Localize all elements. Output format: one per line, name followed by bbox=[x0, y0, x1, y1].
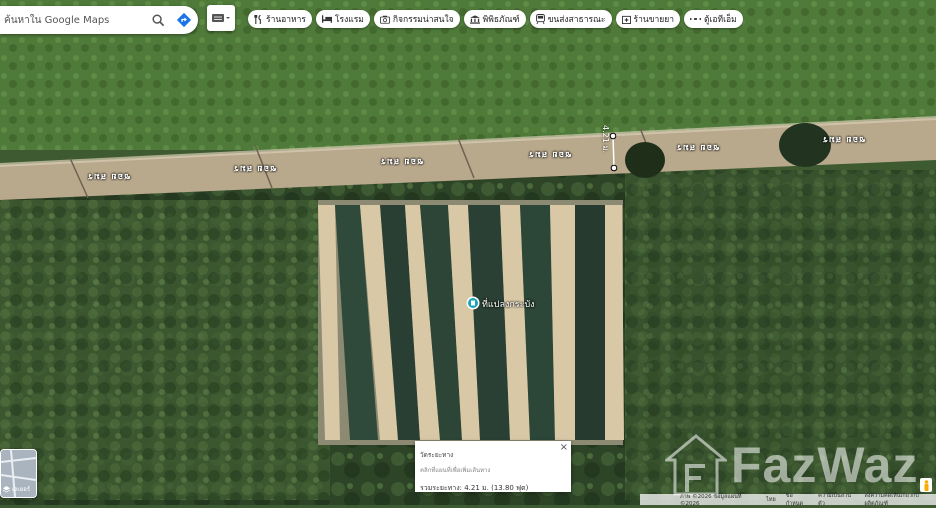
restaurant-icon bbox=[254, 14, 261, 24]
chip-transit[interactable]: ขนส่งสาธารณะ bbox=[529, 10, 612, 28]
terms-link[interactable]: ข้อกำหนด bbox=[786, 492, 808, 508]
chip-label: กิจกรรมน่าสนใจ bbox=[392, 15, 454, 25]
road-label: ซอย สมร bbox=[822, 134, 866, 144]
house-logo-icon bbox=[665, 434, 727, 496]
pegman-icon[interactable] bbox=[920, 478, 932, 492]
measure-popup: × วัดระยะทาง คลิกที่แผนที่เพื่อเพิ่มเส้น… bbox=[415, 441, 571, 492]
chip-hotel[interactable]: โรงแรม bbox=[315, 10, 370, 28]
close-icon[interactable]: × bbox=[560, 442, 568, 453]
chip-pharmacy[interactable]: ร้านขายยา bbox=[615, 10, 680, 28]
road-label: ซอย สมร bbox=[87, 171, 131, 181]
chip-museum[interactable]: พิพิธภัณฑ์ bbox=[463, 10, 526, 28]
measure-popup-hint: คลิกที่แผนที่เพื่อเพิ่มเส้นทาง bbox=[420, 467, 491, 474]
chip-label: ร้านอาหาร bbox=[266, 15, 306, 25]
pharmacy-icon bbox=[621, 15, 631, 24]
place-pin-label[interactable]: ที่แปลงกระบัง bbox=[482, 297, 535, 311]
search-box bbox=[0, 6, 198, 34]
measure-distance-label: 4.21 ม. bbox=[601, 125, 610, 154]
hotel-icon bbox=[321, 15, 332, 23]
chip-label: ตู้เอทีเอ็ม bbox=[703, 15, 737, 25]
road-label: ซอย สมร bbox=[233, 163, 277, 173]
privacy-link[interactable]: ความเป็นส่วนตัว bbox=[818, 492, 854, 508]
atm-icon bbox=[689, 17, 701, 21]
road-label: ซอย สมร bbox=[528, 149, 572, 159]
chip-atm[interactable]: ตู้เอทีเอ็ม bbox=[683, 10, 743, 28]
chip-label: ร้านขายยา bbox=[633, 15, 674, 25]
country-link[interactable]: ไทย bbox=[766, 496, 776, 504]
imagery-credit: ภาพ ©2026 ข้อมูลแผนที่ ©2026 bbox=[680, 493, 742, 507]
road-label: ซอย สมร bbox=[380, 156, 424, 166]
chip-label: ขนส่งสาธารณะ bbox=[547, 15, 606, 25]
chip-label: โรงแรม bbox=[334, 15, 364, 25]
directions-icon[interactable] bbox=[174, 10, 194, 30]
search-input[interactable] bbox=[2, 13, 142, 27]
chip-restaurant[interactable]: ร้านอาหาร bbox=[248, 10, 312, 28]
map-type-button[interactable] bbox=[207, 5, 235, 31]
transit-icon bbox=[535, 14, 545, 24]
camera-icon bbox=[379, 15, 390, 24]
measure-popup-total: รวมระยะทาง: 4.21 ม. (13.80 ฟุต) bbox=[420, 484, 529, 492]
road-label: ซอย สมร bbox=[676, 142, 720, 152]
layers-icon bbox=[3, 485, 10, 493]
measure-popup-title: วัดระยะทาง bbox=[420, 451, 454, 459]
museum-icon bbox=[469, 14, 480, 24]
layers-label: เลเยอร์ bbox=[3, 484, 30, 494]
satellite-map[interactable] bbox=[0, 0, 936, 505]
search-icon[interactable] bbox=[148, 10, 168, 30]
keyboard-icon bbox=[212, 14, 230, 22]
chip-label: พิพิธภัณฑ์ bbox=[482, 15, 520, 25]
feedback-link[interactable]: ส่งความคิดเห็นเกี่ยวกับผลิตภัณฑ์ bbox=[864, 492, 936, 508]
watermark: FazWaz bbox=[665, 434, 919, 496]
map-footer: ภาพ ©2026 ข้อมูลแผนที่ ©2026 ไทย ข้อกำหน… bbox=[640, 492, 936, 508]
layers-toggle[interactable]: เลเยอร์ bbox=[0, 449, 37, 498]
chip-attractions[interactable]: กิจกรรมน่าสนใจ bbox=[373, 10, 460, 28]
category-chips: ร้านอาหาร โรงแรม กิจกรรมน่าสนใจ พิพิธภัณ… bbox=[248, 10, 743, 28]
